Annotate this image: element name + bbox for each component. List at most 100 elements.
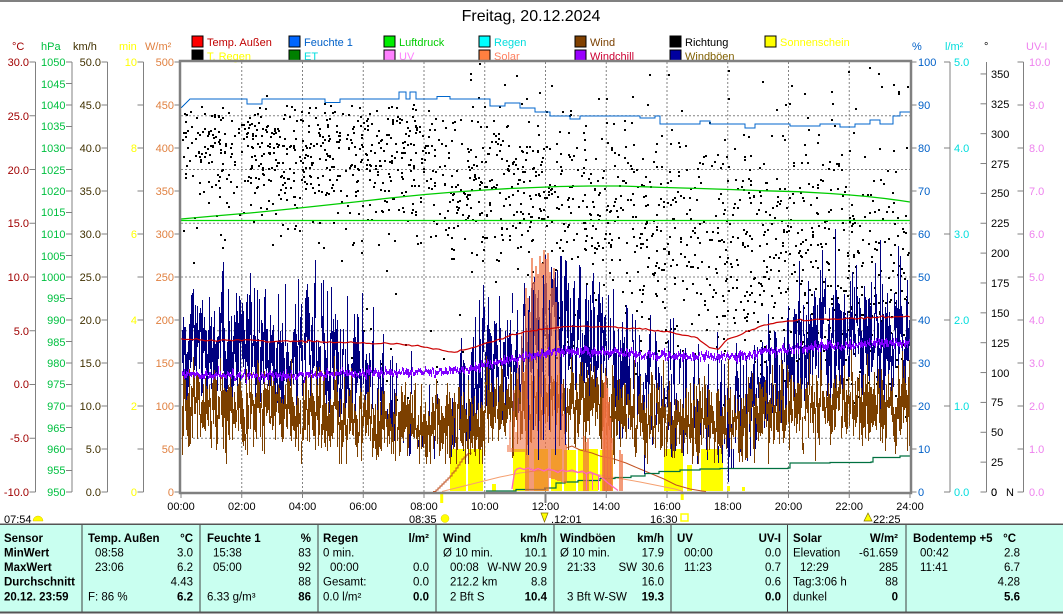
svg-text:0.0: 0.0 bbox=[765, 548, 781, 560]
svg-text:Wind: Wind bbox=[443, 533, 471, 545]
svg-text:0.0: 0.0 bbox=[14, 379, 29, 391]
svg-text:08:58: 08:58 bbox=[95, 548, 124, 560]
svg-text:5.0: 5.0 bbox=[14, 326, 29, 338]
svg-text:25.0: 25.0 bbox=[8, 111, 29, 123]
svg-text:75: 75 bbox=[991, 397, 1003, 409]
svg-text:1000: 1000 bbox=[41, 272, 65, 284]
svg-text:1015: 1015 bbox=[41, 207, 65, 219]
svg-text:2.0: 2.0 bbox=[954, 315, 969, 327]
svg-text:5.0: 5.0 bbox=[954, 57, 969, 69]
svg-text:150: 150 bbox=[156, 358, 174, 370]
svg-text:4: 4 bbox=[131, 315, 137, 327]
svg-text:5.0: 5.0 bbox=[86, 444, 101, 456]
svg-text:9.0: 9.0 bbox=[1029, 100, 1044, 112]
svg-text:10: 10 bbox=[125, 57, 137, 69]
svg-text:3.0: 3.0 bbox=[177, 548, 193, 560]
svg-text:10.0: 10.0 bbox=[1029, 57, 1050, 69]
svg-text:50: 50 bbox=[918, 272, 930, 284]
svg-text:Temp. Außen: Temp. Außen bbox=[207, 37, 272, 49]
svg-text:0 min.: 0 min. bbox=[323, 548, 354, 560]
svg-text:km/h: km/h bbox=[73, 41, 97, 53]
svg-text:Bodentemp +5: Bodentemp +5 bbox=[913, 533, 993, 545]
svg-text:250: 250 bbox=[156, 272, 174, 284]
svg-text:50: 50 bbox=[162, 444, 174, 456]
svg-text:90: 90 bbox=[918, 100, 930, 112]
svg-text:980: 980 bbox=[47, 358, 65, 370]
svg-text:985: 985 bbox=[47, 337, 65, 349]
svg-text:0.0: 0.0 bbox=[1029, 487, 1044, 499]
svg-text:80: 80 bbox=[918, 143, 930, 155]
svg-text:°C: °C bbox=[12, 41, 24, 53]
svg-text:14:00: 14:00 bbox=[592, 501, 620, 513]
svg-text:0.0: 0.0 bbox=[413, 562, 429, 574]
svg-text:21:33: 21:33 bbox=[567, 562, 596, 574]
svg-text:°: ° bbox=[984, 41, 988, 53]
svg-text:45.0: 45.0 bbox=[80, 100, 101, 112]
svg-text:0.0: 0.0 bbox=[413, 577, 429, 589]
svg-text:0.0 l/m²: 0.0 l/m² bbox=[323, 592, 362, 604]
svg-text:83: 83 bbox=[298, 548, 311, 560]
svg-text:UV: UV bbox=[677, 533, 693, 545]
svg-text:17.9: 17.9 bbox=[642, 548, 664, 560]
svg-text:975: 975 bbox=[47, 379, 65, 391]
svg-text:00:42: 00:42 bbox=[920, 548, 949, 560]
svg-text:MinWert: MinWert bbox=[4, 548, 49, 560]
svg-text:hPa: hPa bbox=[41, 41, 61, 53]
svg-text:70: 70 bbox=[918, 186, 930, 198]
svg-text:3.0: 3.0 bbox=[1029, 358, 1044, 370]
svg-text:10.0: 10.0 bbox=[8, 272, 29, 284]
svg-text:1020: 1020 bbox=[41, 186, 65, 198]
svg-text:1050: 1050 bbox=[41, 57, 65, 69]
svg-text:05:00: 05:00 bbox=[213, 562, 242, 574]
svg-text:02:00: 02:00 bbox=[228, 501, 256, 513]
svg-text:325: 325 bbox=[991, 99, 1009, 111]
svg-text:88: 88 bbox=[298, 577, 311, 589]
svg-text:Luftdruck: Luftdruck bbox=[399, 37, 445, 49]
svg-text:Solar: Solar bbox=[793, 533, 822, 545]
svg-text:10: 10 bbox=[918, 444, 930, 456]
svg-text:0: 0 bbox=[168, 487, 174, 499]
svg-text:0.0: 0.0 bbox=[765, 592, 781, 604]
svg-text:30: 30 bbox=[918, 358, 930, 370]
svg-text:250: 250 bbox=[991, 188, 1009, 200]
svg-text:350: 350 bbox=[991, 69, 1009, 81]
svg-text:Windböen: Windböen bbox=[560, 533, 615, 545]
svg-text:W/m²: W/m² bbox=[145, 41, 172, 53]
svg-text:Ø 10 min.: Ø 10 min. bbox=[443, 548, 493, 560]
svg-text:20.9: 20.9 bbox=[525, 562, 547, 574]
svg-text:Gesamt:: Gesamt: bbox=[323, 577, 366, 589]
svg-text:%: % bbox=[912, 41, 922, 53]
svg-text:25.0: 25.0 bbox=[80, 272, 101, 284]
svg-text:20.0: 20.0 bbox=[8, 165, 29, 177]
svg-text:Wind: Wind bbox=[590, 37, 615, 49]
svg-text:5.0: 5.0 bbox=[1029, 272, 1044, 284]
svg-text:20: 20 bbox=[918, 401, 930, 413]
svg-text:l/m²: l/m² bbox=[945, 41, 964, 53]
svg-text:275: 275 bbox=[991, 159, 1009, 171]
svg-text:20.12. 23:59: 20.12. 23:59 bbox=[4, 592, 69, 604]
svg-text:100: 100 bbox=[156, 401, 174, 413]
svg-text:30.0: 30.0 bbox=[8, 57, 29, 69]
svg-text:350: 350 bbox=[156, 186, 174, 198]
svg-text:60: 60 bbox=[918, 229, 930, 241]
svg-text:-5.0: -5.0 bbox=[10, 433, 29, 445]
svg-text:16:00: 16:00 bbox=[653, 501, 681, 513]
svg-text:2: 2 bbox=[131, 401, 137, 413]
svg-text:00:00: 00:00 bbox=[167, 501, 195, 513]
svg-text:50: 50 bbox=[991, 427, 1003, 439]
svg-text:24:00: 24:00 bbox=[896, 501, 924, 513]
svg-text:18:00: 18:00 bbox=[714, 501, 742, 513]
svg-text:W-NW: W-NW bbox=[487, 562, 521, 574]
svg-text:175: 175 bbox=[991, 278, 1009, 290]
svg-text:400: 400 bbox=[156, 143, 174, 155]
svg-text:5.6: 5.6 bbox=[1004, 592, 1020, 604]
svg-text:19.3: 19.3 bbox=[642, 592, 664, 604]
svg-text:50.0: 50.0 bbox=[80, 57, 101, 69]
svg-text:Feuchte 1: Feuchte 1 bbox=[207, 533, 261, 545]
svg-text:SW: SW bbox=[618, 562, 637, 574]
svg-text:4.43: 4.43 bbox=[171, 577, 193, 589]
svg-text:Freitag, 20.12.2024: Freitag, 20.12.2024 bbox=[462, 8, 601, 25]
svg-text:MaxWert: MaxWert bbox=[4, 562, 52, 574]
svg-text:225: 225 bbox=[991, 218, 1009, 230]
svg-text:1005: 1005 bbox=[41, 251, 65, 263]
